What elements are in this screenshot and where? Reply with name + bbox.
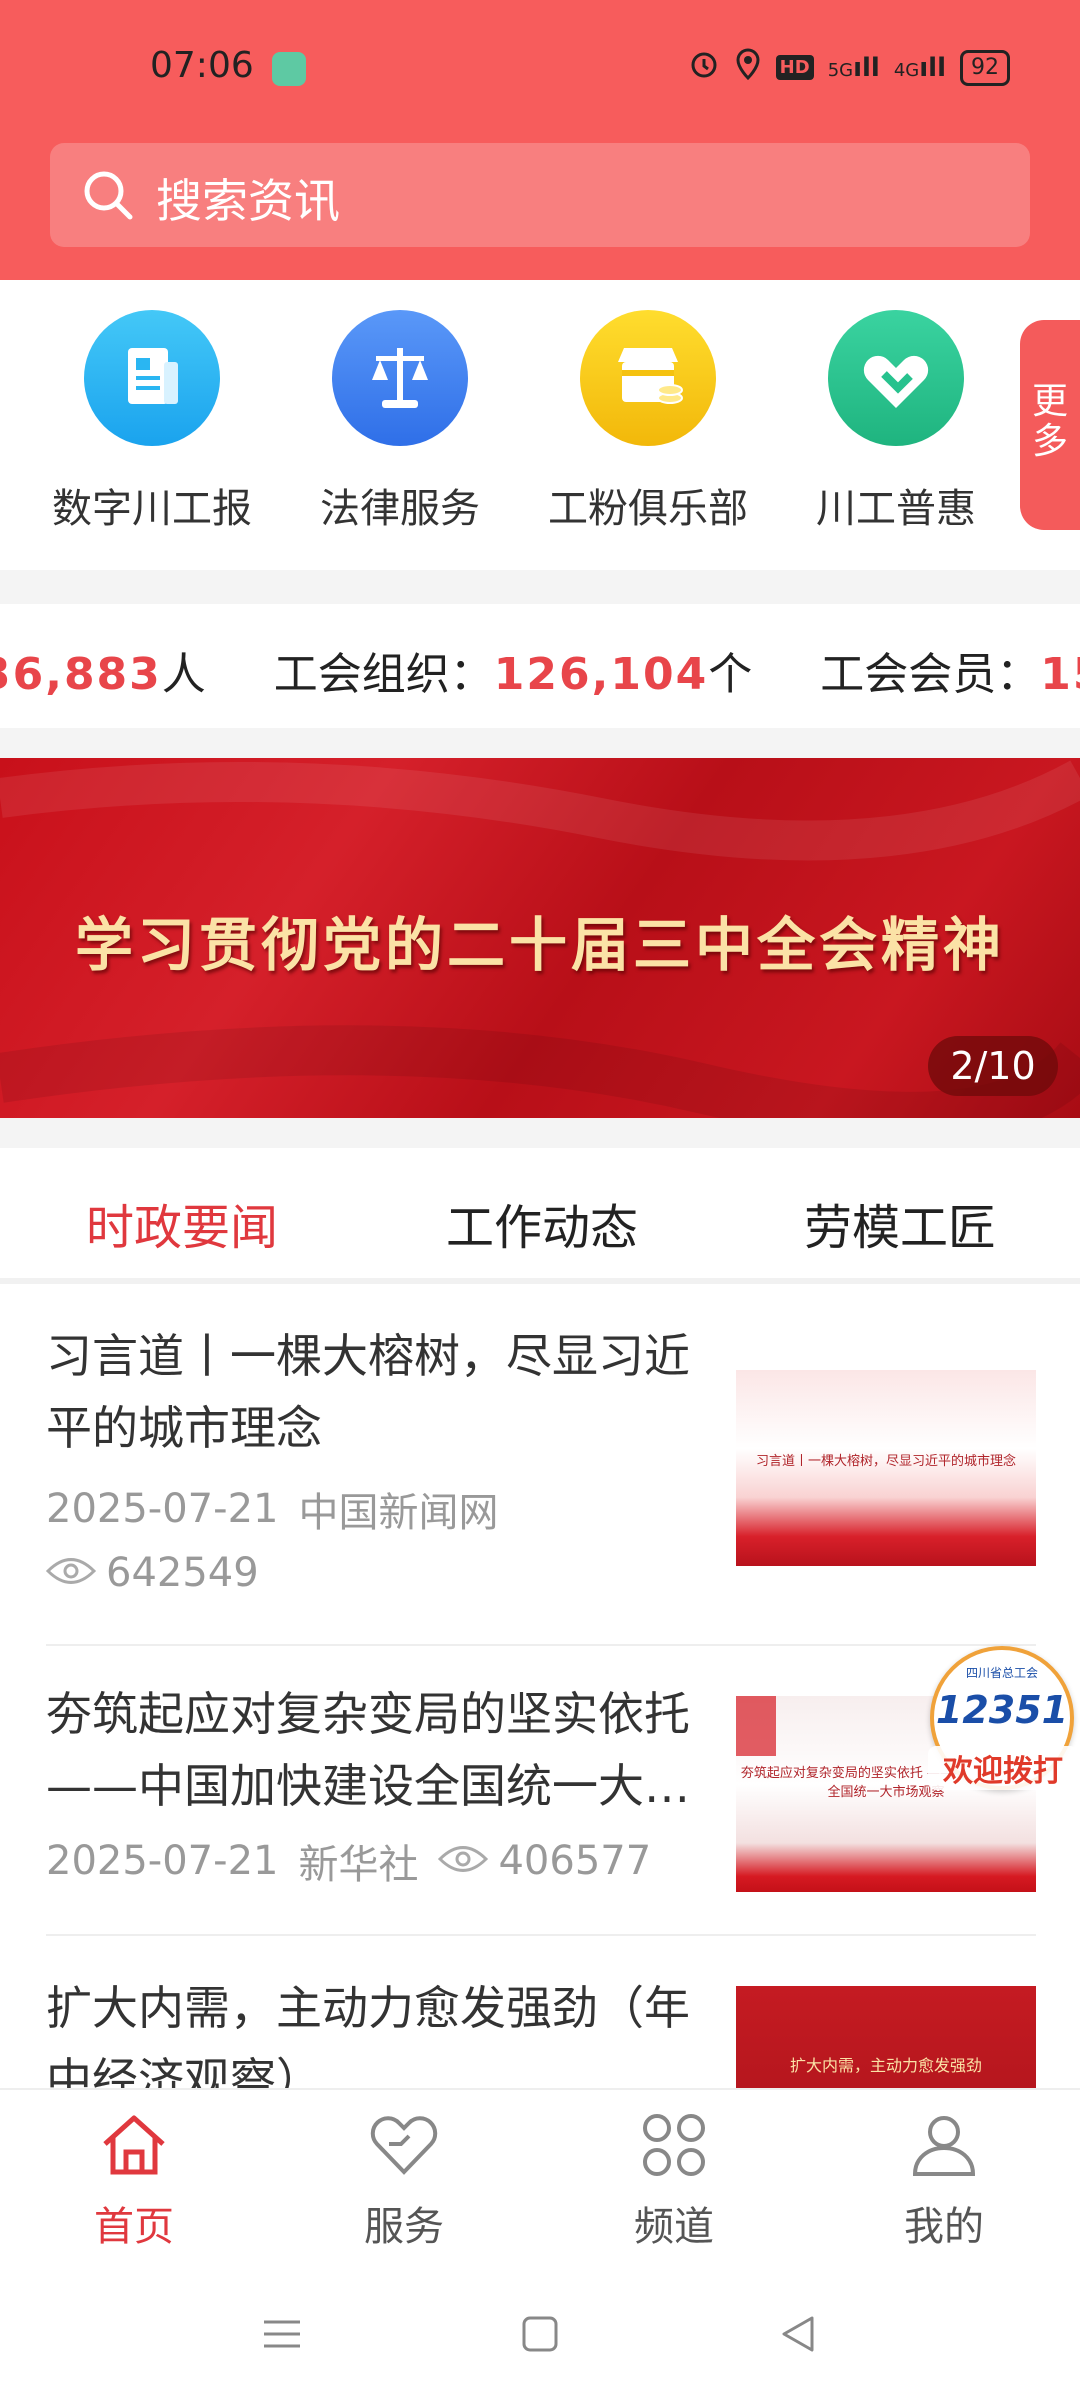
4g-signal-icon: 4Gıll	[893, 52, 946, 83]
quick-item-legal-service[interactable]: 法律服务	[280, 310, 520, 534]
quick-item-benefits[interactable]: 川工普惠	[776, 310, 1016, 534]
stat-label: 工会组织：	[273, 649, 494, 700]
thumbnail-caption: 习言道丨一棵大榕树，尽显习近平的城市理念	[755, 1454, 1016, 1469]
hotline-org: 四川省总工会	[965, 1666, 1038, 1680]
banner-counter: 2/10	[928, 1036, 1058, 1096]
stat-value: 15,1	[1040, 649, 1080, 700]
section-divider	[0, 570, 1080, 604]
system-nav-bar	[0, 2270, 1080, 2400]
article-item[interactable]: 扩大内需，主动力愈发强劲（年中经济观察） 扩大内需，主动力愈发强劲	[0, 1936, 1080, 2088]
status-icons: HD 5Gıll 4Gıll 92	[688, 48, 1010, 87]
section-divider	[0, 1118, 1080, 1148]
club-store-icon	[580, 310, 716, 446]
nav-label: 服务	[364, 2204, 444, 2250]
5g-signal-icon: 5Gıll	[827, 52, 880, 83]
stats-row: 36,883人 工会组织：126,104个 工会会员：15,1	[0, 638, 1080, 702]
article-meta: 2025-07-21 中国新闻网	[46, 1480, 498, 1538]
nav-service[interactable]: 服务	[304, 2110, 504, 2252]
article-views: 642549	[106, 1550, 259, 1596]
quick-access-row: 数字川工报 法律服务 工粉俱乐部 川工普惠	[0, 280, 1080, 570]
article-thumbnail: 习言道丨一棵大榕树，尽显习近平的城市理念	[736, 1370, 1036, 1566]
stat-label: 工会会员：	[820, 649, 1041, 700]
nav-label: 首页	[94, 2204, 174, 2250]
section-divider	[0, 728, 1080, 758]
hd-icon: HD	[775, 55, 814, 80]
eye-icon	[45, 1550, 97, 1596]
banner-title: 学习贯彻党的二十届三中全会精神	[74, 911, 1005, 979]
heart-gift-icon	[828, 310, 964, 446]
status-time: 07:06	[150, 45, 254, 86]
search-icon	[84, 171, 133, 220]
nav-label: 我的	[904, 2204, 984, 2250]
more-tab-label: 更多	[1031, 381, 1068, 462]
stats-ticker: 36,883人 工会组织：126,104个 工会会员：15,1	[0, 604, 1080, 728]
article-views-row: 642549	[45, 1550, 259, 1596]
quick-item-fan-club[interactable]: 工粉俱乐部	[528, 310, 768, 534]
article-date: 2025-07-21	[46, 1838, 279, 1884]
quick-item-label: 川工普惠	[816, 486, 976, 532]
thumbnail-caption: 扩大内需，主动力愈发强劲	[789, 2056, 982, 2075]
alarm-icon	[688, 48, 720, 87]
stat-unit: 人	[161, 649, 206, 700]
article-title: 扩大内需，主动力愈发强劲（年中经济观察）	[46, 1981, 690, 2088]
nav-home[interactable]: 首页	[34, 2110, 234, 2252]
article-date: 2025-07-21	[46, 1486, 279, 1532]
article-source: 新华社	[298, 1842, 419, 1888]
menu-icon[interactable]	[262, 2314, 302, 2354]
tab-work-updates[interactable]: 工作动态	[446, 1188, 638, 1258]
article-views: 406577	[498, 1838, 652, 1884]
back-icon[interactable]	[778, 2314, 818, 2354]
home-square-icon[interactable]	[520, 2314, 560, 2354]
stat-value: 36,883	[0, 649, 162, 700]
stat-unit: 个	[708, 649, 753, 700]
quick-item-label: 工粉俱乐部	[548, 486, 748, 532]
nav-label: 频道	[634, 2204, 714, 2250]
notification-app-icon	[272, 52, 306, 86]
search-bar[interactable]: 搜索资讯	[50, 143, 1030, 247]
article-title: 夯筑起应对复杂变局的坚实依托——中国加快建设全国统一大…	[46, 1687, 690, 1813]
nav-profile[interactable]: 我的	[844, 2110, 1044, 2252]
hotline-label: 欢迎拨打	[928, 1746, 1078, 1790]
location-icon	[734, 48, 762, 87]
battery-indicator: 92	[960, 49, 1010, 86]
quick-item-label: 数字川工报	[52, 486, 252, 532]
tab-model-workers[interactable]: 劳模工匠	[804, 1188, 996, 1258]
scales-icon	[332, 310, 468, 446]
article-item[interactable]: 习言道丨一棵大榕树，尽显习近平的城市理念 2025-07-21 中国新闻网 64…	[0, 1284, 1080, 1646]
newspaper-icon	[84, 310, 220, 446]
flag-decoration	[736, 1696, 776, 1756]
grid-channel-icon	[643, 2114, 705, 2176]
eye-icon	[438, 1838, 489, 1884]
quick-item-digital-newspaper[interactable]: 数字川工报	[32, 310, 272, 534]
article-meta: 2025-07-21 新华社 406577	[46, 1832, 651, 1890]
heart-service-icon	[370, 2116, 438, 2175]
hotline-number: 12351	[935, 1688, 1069, 1732]
stat-value: 126,104	[493, 649, 709, 700]
banner-carousel[interactable]: 学习贯彻党的二十届三中全会精神 2/10	[0, 758, 1080, 1118]
quick-item-label: 法律服务	[320, 486, 480, 532]
more-tab[interactable]: 更多	[1020, 320, 1080, 530]
search-placeholder: 搜索资讯	[156, 174, 340, 228]
tab-politics[interactable]: 时政要闻	[86, 1188, 278, 1258]
article-title: 习言道丨一棵大榕树，尽显习近平的城市理念	[46, 1329, 690, 1455]
article-thumbnail: 扩大内需，主动力愈发强劲	[736, 1986, 1036, 2088]
news-tabs: 时政要闻 工作动态 劳模工匠	[0, 1148, 1080, 1278]
article-item[interactable]: 夯筑起应对复杂变局的坚实依托——中国加快建设全国统一大… 2025-07-21 …	[0, 1646, 1080, 1936]
home-icon	[103, 2115, 165, 2175]
bottom-nav: 首页 服务 频道 我的	[0, 2088, 1080, 2272]
nav-channel[interactable]: 频道	[574, 2110, 774, 2252]
article-source: 中国新闻网	[298, 1490, 499, 1536]
hotline-float-button[interactable]: 四川省总工会 12351 欢迎拨打	[928, 1646, 1078, 1790]
status-bar: 07:06 HD 5Gıll 4Gıll 92	[0, 0, 1080, 130]
profile-icon	[912, 2116, 976, 2176]
